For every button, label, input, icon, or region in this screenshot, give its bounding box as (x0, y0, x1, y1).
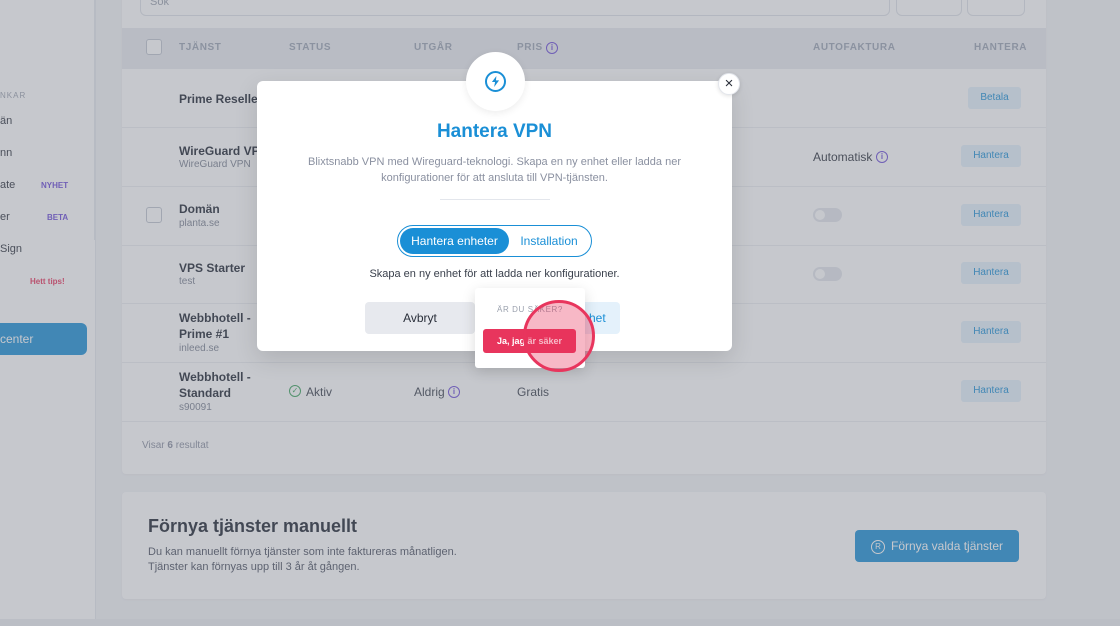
modal-desc-line-2: konfigurationer för att ansluta till VPN… (381, 172, 608, 184)
cancel-button[interactable]: Avbryt (365, 302, 475, 334)
modal-note: Skapa en ny enhet för att ladda ner konf… (369, 268, 620, 280)
modal-desc-line-1: Blixtsnabb VPN med Wireguard-teknologi. … (308, 156, 681, 168)
modal-divider (440, 199, 550, 200)
click-indicator (523, 300, 595, 372)
modal-title: Hantera VPN (436, 121, 553, 142)
close-icon[interactable]: × (718, 73, 740, 95)
tab-manage-devices[interactable]: Hantera enheter (400, 228, 509, 254)
modal-description: Blixtsnabb VPN med Wireguard-teknologi. … (292, 154, 697, 186)
tab-installation[interactable]: Installation (512, 228, 586, 254)
plug-bolt-icon (485, 71, 506, 92)
